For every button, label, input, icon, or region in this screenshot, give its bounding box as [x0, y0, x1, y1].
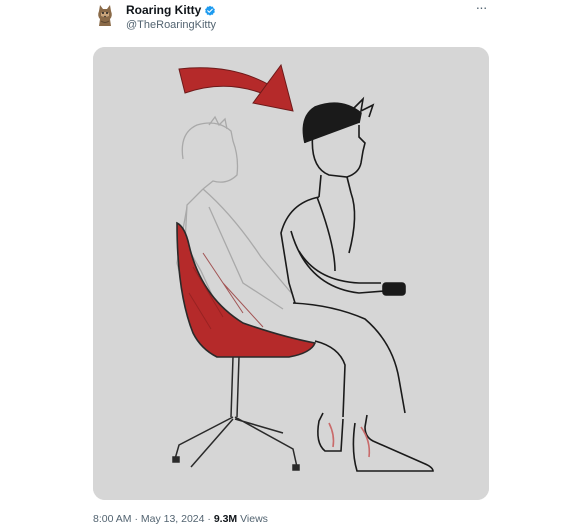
avatar[interactable]	[92, 2, 118, 28]
verified-badge-icon	[204, 4, 216, 16]
views-count[interactable]: 9.3M	[214, 513, 237, 525]
tweet: Roaring Kitty @TheRoaringKitty ··· 8:00 …	[0, 0, 570, 531]
cat-avatar-icon	[92, 2, 118, 28]
author-handle[interactable]: @TheRoaringKitty	[126, 18, 216, 32]
meta-separator: ·	[204, 513, 214, 525]
tweet-meta: 8:00 AM · May 13, 2024 · 9.3M Views	[93, 513, 268, 525]
author-name-row: Roaring Kitty	[126, 3, 216, 17]
tweet-media-image[interactable]	[93, 47, 489, 500]
views-label: Views	[237, 513, 268, 525]
timestamp[interactable]: 8:00 AM · May 13, 2024	[93, 513, 204, 525]
author-name[interactable]: Roaring Kitty	[126, 3, 201, 17]
more-options-icon[interactable]: ···	[472, 0, 490, 16]
drawing-illustration	[93, 47, 489, 500]
author-block[interactable]: Roaring Kitty @TheRoaringKitty	[126, 3, 216, 32]
